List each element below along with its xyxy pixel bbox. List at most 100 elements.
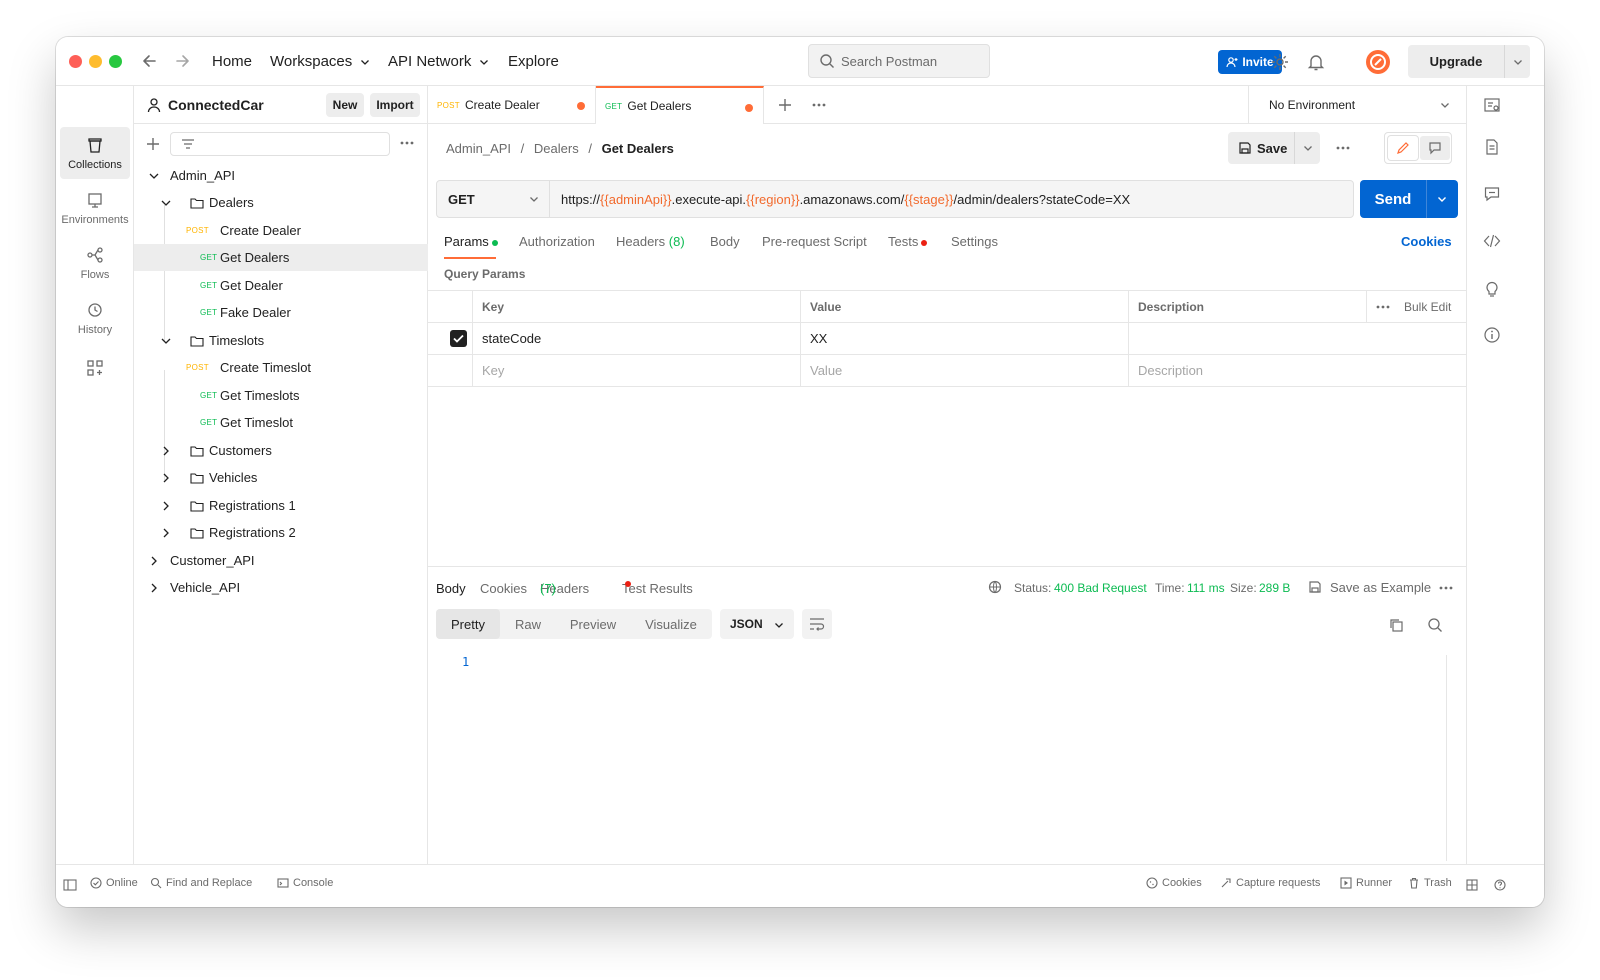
tree-request-create-timeslot[interactable]: POST Create Timeslot (134, 354, 428, 381)
online-status[interactable]: Online (90, 877, 138, 889)
back-arrow-icon[interactable] (140, 51, 160, 71)
cookies-link[interactable]: Cookies (1401, 234, 1452, 249)
capture-requests-button[interactable]: Capture requests (1220, 877, 1320, 889)
param-key-cell[interactable]: stateCode (472, 323, 800, 354)
import-button[interactable]: Import (370, 93, 420, 117)
search-input[interactable]: Search Postman (808, 44, 990, 78)
tree-folder-timeslots[interactable]: Timeslots (134, 327, 428, 354)
wrap-lines-button[interactable] (802, 609, 832, 639)
chevron-down-icon[interactable] (1303, 143, 1313, 153)
tree-folder-vehicles[interactable]: Vehicles (134, 464, 428, 491)
tree-folder-customers[interactable]: Customers (134, 437, 428, 464)
view-raw[interactable]: Raw (500, 609, 556, 639)
code-icon[interactable] (1483, 232, 1501, 250)
view-preview[interactable]: Preview (556, 609, 630, 639)
view-visualize[interactable]: Visualize (630, 609, 712, 639)
tree-request-get-timeslot[interactable]: GET Get Timeslot (134, 409, 428, 436)
new-button[interactable]: New (326, 93, 364, 117)
gear-icon[interactable] (1270, 52, 1290, 72)
edit-mode-button[interactable] (1388, 136, 1418, 160)
rail-environments[interactable]: Environments (60, 182, 130, 234)
globe-icon[interactable] (988, 579, 1004, 595)
toggle-sidebar-icon[interactable] (63, 879, 77, 891)
tree-folder-registrations-1[interactable]: Registrations 1 (134, 492, 428, 519)
rail-flows[interactable]: Flows (60, 237, 130, 289)
size-value[interactable]: 289 B (1259, 581, 1290, 595)
url-input[interactable]: https://{{adminApi}} .execute-api. {{regio… (561, 181, 1130, 217)
format-select[interactable]: JSON (720, 609, 794, 639)
forward-arrow-icon[interactable] (172, 51, 192, 71)
tab-params[interactable]: Params (444, 234, 498, 249)
more-options-icon[interactable] (1336, 146, 1350, 150)
environment-quick-look-icon[interactable] (1483, 96, 1501, 114)
tab-get-dealers[interactable]: GET Get Dealers (596, 86, 764, 124)
tab-headers[interactable]: Headers (8) (616, 234, 685, 249)
runner-button[interactable]: Runner (1340, 877, 1392, 889)
time-value[interactable]: 111 ms (1187, 581, 1225, 595)
tree-collection-vehicle-api[interactable]: Vehicle_API (134, 574, 428, 601)
tree-collection-admin-api[interactable]: Admin_API (134, 162, 428, 189)
tree-request-get-dealer[interactable]: GET Get Dealer (134, 272, 428, 299)
tab-create-dealer[interactable]: POST Create Dealer (428, 86, 596, 124)
bulk-edit-link[interactable]: Bulk Edit (1404, 300, 1451, 314)
param-description-cell[interactable] (1128, 323, 1466, 354)
nav-workspaces[interactable]: Workspaces (270, 37, 370, 86)
close-window-button[interactable] (69, 55, 82, 68)
rail-history[interactable]: History (60, 292, 130, 344)
breadcrumb-collection[interactable]: Admin_API (446, 141, 511, 156)
info-icon[interactable] (1483, 326, 1501, 344)
param-value-cell[interactable]: XX (800, 323, 1128, 354)
tree-collection-customer-api[interactable]: Customer_API (134, 547, 428, 574)
minimize-window-button[interactable] (89, 55, 102, 68)
more-options-icon[interactable] (400, 141, 414, 145)
tab-body[interactable]: Body (710, 234, 740, 249)
chevron-down-icon[interactable] (1513, 57, 1523, 67)
tree-folder-dealers[interactable]: Dealers (134, 189, 428, 216)
new-description-input[interactable]: Description (1128, 355, 1466, 386)
save-as-example-button[interactable]: Save as Example (1330, 580, 1431, 595)
environment-selector[interactable]: No Environment (1248, 86, 1466, 124)
tree-folder-registrations-2[interactable]: Registrations 2 (134, 519, 428, 546)
chevron-down-icon[interactable] (1437, 194, 1447, 204)
tree-request-create-dealer[interactable]: POST Create Dealer (134, 217, 428, 244)
search-icon[interactable] (1427, 617, 1443, 633)
nav-home[interactable]: Home (212, 37, 252, 86)
upgrade-button[interactable]: Upgrade (1408, 45, 1530, 78)
two-pane-view-icon[interactable] (1466, 879, 1478, 891)
filter-input[interactable] (170, 132, 390, 156)
view-pretty[interactable]: Pretty (436, 609, 500, 639)
tab-prerequest-script[interactable]: Pre-request Script (762, 234, 867, 249)
lightbulb-icon[interactable] (1483, 279, 1501, 297)
more-options-icon[interactable] (1439, 586, 1453, 590)
maximize-window-button[interactable] (109, 55, 122, 68)
new-value-input[interactable]: Value (800, 355, 1128, 386)
tab-tests[interactable]: Tests (888, 234, 928, 249)
param-checkbox[interactable] (450, 330, 467, 347)
plus-icon[interactable] (146, 137, 160, 151)
tab-authorization[interactable]: Authorization (519, 234, 595, 249)
documentation-icon[interactable] (1483, 138, 1501, 156)
comment-mode-button[interactable] (1420, 136, 1450, 160)
trash-button[interactable]: Trash (1408, 877, 1452, 889)
save-button[interactable]: Save (1228, 132, 1320, 164)
tab-settings[interactable]: Settings (951, 234, 998, 249)
copy-icon[interactable] (1388, 617, 1404, 633)
tree-request-fake-dealer[interactable]: GET Fake Dealer (134, 299, 428, 326)
nav-api-network[interactable]: API Network (388, 37, 489, 86)
tree-request-get-timeslots[interactable]: GET Get Timeslots (134, 382, 428, 409)
comments-icon[interactable] (1483, 185, 1501, 203)
help-icon[interactable] (1494, 879, 1506, 891)
rail-collections[interactable]: Collections (60, 127, 130, 179)
rail-configure-workspace[interactable] (60, 347, 130, 393)
more-options-icon[interactable] (812, 103, 826, 107)
response-scrollbar[interactable] (1446, 655, 1447, 861)
console-button[interactable]: Console (277, 877, 333, 889)
more-options-icon[interactable] (1376, 305, 1390, 309)
bell-icon[interactable] (1306, 52, 1326, 72)
http-method-select[interactable]: GET (437, 181, 550, 217)
status-value[interactable]: 400 Bad Request (1054, 581, 1147, 595)
nav-explore[interactable]: Explore (508, 37, 559, 86)
breadcrumb-folder[interactable]: Dealers (534, 141, 579, 156)
new-key-input[interactable]: Key (472, 355, 800, 386)
plus-icon[interactable] (778, 98, 792, 112)
